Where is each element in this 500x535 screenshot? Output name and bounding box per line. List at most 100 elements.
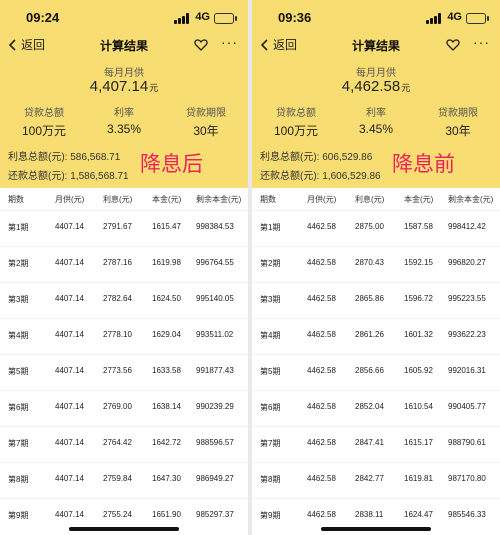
home-indicator[interactable]: [69, 527, 179, 531]
table-body: 第1期 4462.58 2875.00 1587.58 998412.42 第2期 4462…: [252, 210, 500, 534]
page-title: 计算结果: [99, 39, 148, 53]
cell-period: 第1期: [8, 223, 29, 232]
status-time: 09:36: [278, 10, 312, 25]
cell-principal: 1647.30: [152, 474, 181, 483]
table-row: 第5期 4407.14 2773.56 1633.58 991877.43: [0, 354, 248, 390]
cell-monthly: 4407.14: [55, 330, 84, 339]
cell-period: 第3期: [260, 295, 281, 304]
table-row: 第7期 4462.58 2847.41 1615.17 988790.61: [252, 426, 500, 462]
cell-period: 第4期: [8, 331, 29, 340]
cell-remaining: 992016.31: [448, 366, 486, 375]
repay-total-value: 1,586,568.71: [70, 171, 129, 182]
col-interest: 利息(元): [355, 195, 385, 204]
table-row: 第8期 4462.58 2842.77 1619.81 987170.80: [252, 462, 500, 498]
cell-remaining: 985297.37: [196, 510, 234, 519]
cell-remaining: 993622.23: [448, 330, 486, 339]
cell-remaining: 990405.77: [448, 402, 486, 411]
cell-interest: 2865.86: [355, 294, 384, 303]
table-row: 第2期 4407.14 2787.16 1619.98 996764.55: [0, 246, 248, 282]
annotation-label: 降息后: [140, 153, 203, 176]
cell-period: 第6期: [260, 403, 281, 412]
cell-monthly: 4407.14: [55, 438, 84, 447]
monthly-payment-value: 4,407.14元: [0, 78, 248, 95]
stat-value: 3.45%: [358, 122, 394, 136]
more-button[interactable]: ···: [473, 34, 490, 50]
home-indicator[interactable]: [321, 527, 431, 531]
table-row: 第1期 4407.14 2791.67 1615.47 998384.53: [0, 210, 248, 246]
table-header: 期数 月供(元) 利息(元) 本金(元) 剩余本金(元): [0, 188, 248, 210]
stat-rate: 利率 3.45%: [336, 104, 416, 136]
network-label: 4G: [195, 11, 210, 23]
cell-interest: 2755.24: [103, 510, 132, 519]
cell-interest: 2852.04: [355, 402, 384, 411]
cell-remaining: 993511.02: [196, 330, 234, 339]
cell-remaining: 995140.05: [196, 294, 234, 303]
stat-loan-total: 贷款总额 100万元: [256, 104, 336, 139]
cell-principal: 1651.90: [152, 510, 181, 519]
cell-period: 第7期: [8, 439, 29, 448]
cell-period: 第9期: [8, 511, 29, 520]
cell-period: 第6期: [8, 403, 29, 412]
table-row: 第3期 4462.58 2865.86 1596.72 995223.55: [252, 282, 500, 318]
cell-monthly: 4407.14: [55, 474, 84, 483]
repayment-table: 期数 月供(元) 利息(元) 本金(元) 剩余本金(元) 第1期 4407.14 2…: [0, 188, 248, 534]
nav-bar: 返回 计算结果 ···: [0, 34, 248, 58]
stat-value: 30年: [445, 124, 471, 138]
cell-interest: 2861.26: [355, 330, 384, 339]
cell-interest: 2782.64: [103, 294, 132, 303]
cell-interest: 2773.56: [103, 366, 132, 375]
col-principal: 本金(元): [404, 195, 434, 204]
interest-total-value: 586,568.71: [70, 152, 121, 163]
page-title: 计算结果: [351, 39, 400, 53]
cell-principal: 1605.92: [404, 366, 433, 375]
stat-label: 利率: [114, 108, 134, 119]
cell-period: 第2期: [8, 259, 29, 268]
interest-total-label: 利息总额(元):: [260, 152, 320, 163]
status-bar: 09:24 4G: [0, 8, 248, 28]
table-body: 第1期 4407.14 2791.67 1615.47 998384.53 第2期 4407…: [0, 210, 248, 534]
col-principal: 本金(元): [152, 195, 182, 204]
comparison-screenshot: 09:24 4G 返回 计算结果 ··· 每月月供 4,407.14元 贷款总额…: [0, 0, 500, 535]
cell-monthly: 4407.14: [55, 258, 84, 267]
repay-total-label: 还款总额(元):: [8, 171, 68, 182]
cell-period: 第9期: [260, 511, 281, 520]
cell-interest: 2856.66: [355, 366, 384, 375]
battery-icon: [214, 13, 237, 24]
cell-principal: 1615.47: [152, 222, 181, 231]
cell-period: 第4期: [260, 331, 281, 340]
cell-interest: 2791.67: [103, 222, 132, 231]
cell-monthly: 4462.58: [307, 510, 336, 519]
cell-interest: 2870.43: [355, 258, 384, 267]
repay-total-value: 1,606,529.86: [322, 171, 381, 182]
monthly-payment-number: 4,407.14: [89, 78, 149, 95]
cell-principal: 1592.15: [404, 258, 433, 267]
table-header: 期数 月供(元) 利息(元) 本金(元) 剩余本金(元): [252, 188, 500, 210]
cell-period: 第5期: [260, 367, 281, 376]
interest-total-label: 利息总额(元):: [8, 152, 68, 163]
cell-period: 第8期: [8, 475, 29, 484]
cell-period: 第5期: [8, 367, 29, 376]
cell-principal: 1633.58: [152, 366, 181, 375]
table-row: 第1期 4462.58 2875.00 1587.58 998412.42: [252, 210, 500, 246]
cell-period: 第8期: [260, 475, 281, 484]
cell-period: 第2期: [260, 259, 281, 268]
cell-principal: 1642.72: [152, 438, 181, 447]
cell-remaining: 991877.43: [196, 366, 234, 375]
battery-icon: [466, 13, 489, 24]
summary-header: 09:24 4G 返回 计算结果 ··· 每月月供 4,407.14元 贷款总额…: [0, 0, 248, 188]
cell-interest: 2764.42: [103, 438, 132, 447]
table-row: 第4期 4407.14 2778.10 1629.04 993511.02: [0, 318, 248, 354]
heart-icon[interactable]: [446, 38, 460, 52]
monthly-payment-unit: 元: [149, 83, 159, 93]
signal-icon: [426, 13, 442, 24]
monthly-payment-label: 每月月供: [356, 68, 396, 79]
heart-icon[interactable]: [194, 38, 208, 52]
cell-remaining: 986949.27: [196, 474, 234, 483]
more-button[interactable]: ···: [221, 34, 238, 50]
stat-value: 100万元: [21, 124, 67, 138]
cell-remaining: 988790.61: [448, 438, 486, 447]
stat-rate: 利率 3.35%: [84, 104, 164, 136]
cell-period: 第1期: [260, 223, 281, 232]
cell-remaining: 995223.55: [448, 294, 486, 303]
stat-term: 贷款期限 30年: [166, 104, 246, 139]
